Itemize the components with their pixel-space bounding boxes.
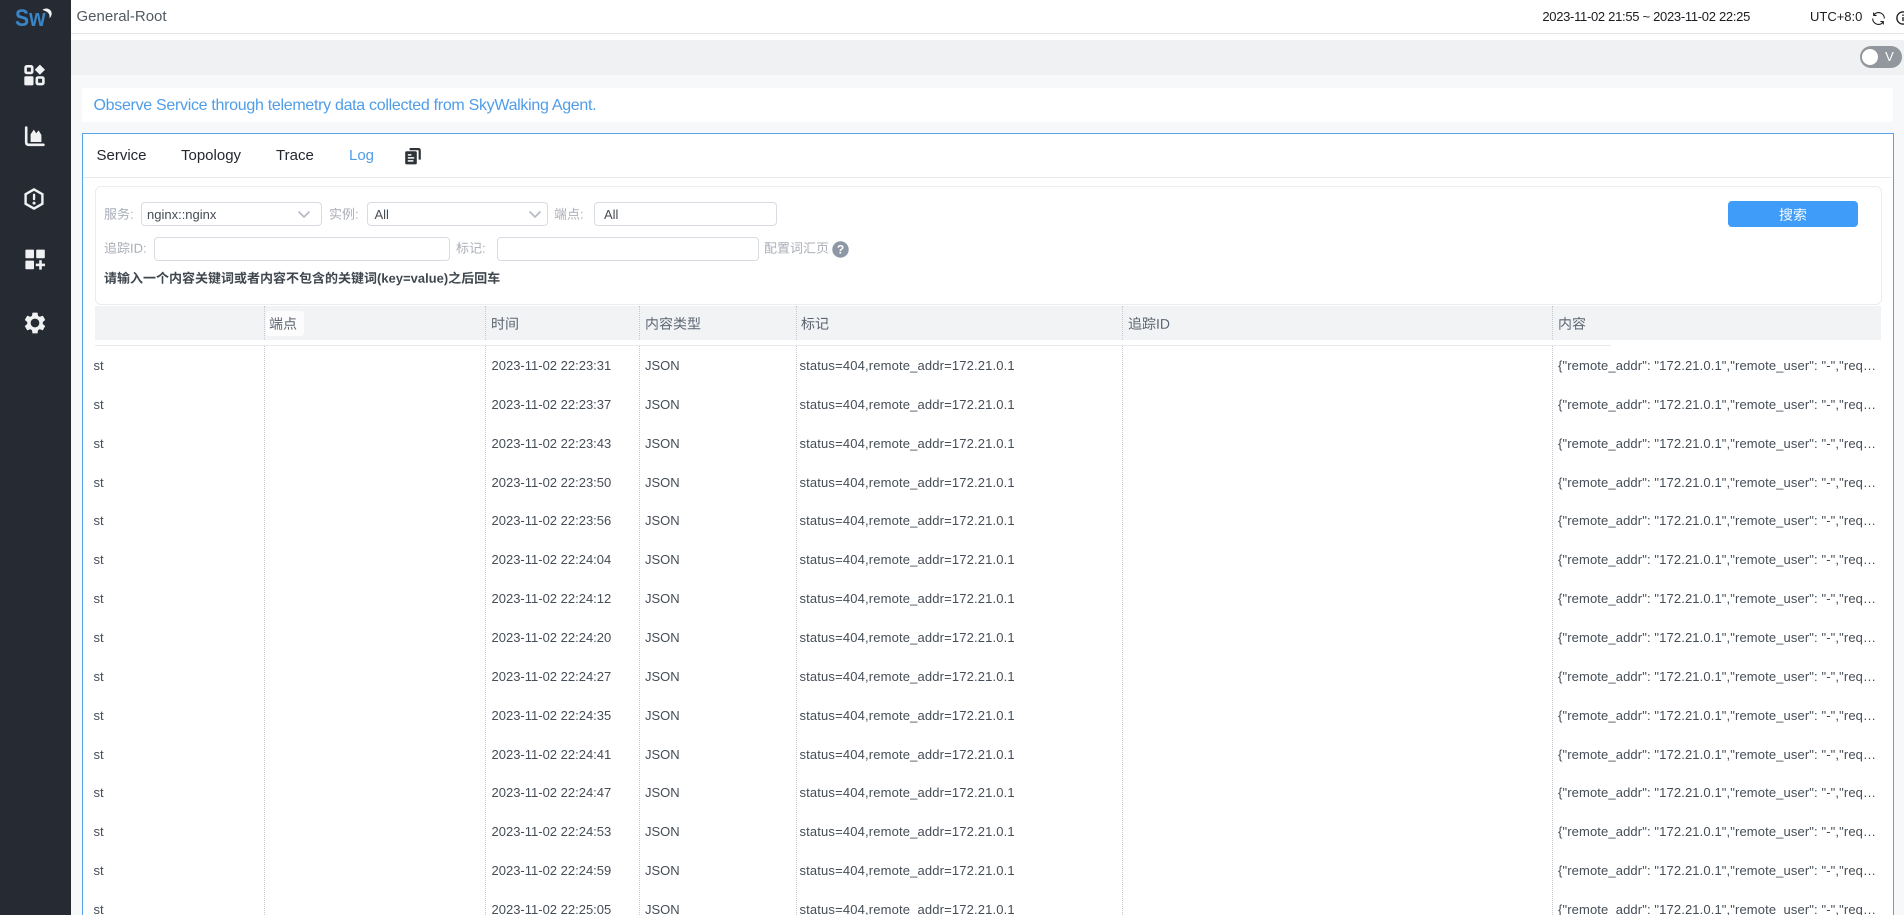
- svg-text:?: ?: [837, 242, 844, 256]
